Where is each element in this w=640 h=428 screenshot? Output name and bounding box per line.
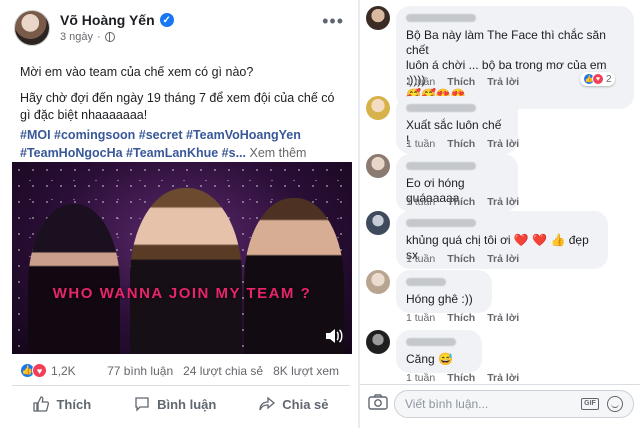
commenter-name-blurred[interactable] xyxy=(406,14,476,22)
commenter-avatar[interactable] xyxy=(366,211,390,235)
commenter-avatar[interactable] xyxy=(366,96,390,120)
post-card: Võ Hoàng Yến ✓ 3 ngày · ••• Mời em vào t… xyxy=(0,0,358,428)
commenter-name-blurred[interactable] xyxy=(406,104,476,112)
hashtags: #MOI #comingsoon #secret #TeamVoHoangYen… xyxy=(20,126,345,162)
comment-actions: 1 tuần Thích Trả lời xyxy=(406,138,519,150)
share-icon xyxy=(259,396,276,411)
comment-reaction-count: 2 xyxy=(606,73,612,85)
share-button[interactable]: Chia sẻ xyxy=(259,396,329,412)
comment-bubble: Bộ Ba này làm The Face thì chắc săn chết… xyxy=(396,6,634,109)
hashtags-line-2-row: #TeamHoNgocHa #TeamLanKhue #s... Xem thê… xyxy=(20,144,345,162)
comment-time[interactable]: 1 tuần xyxy=(406,253,435,265)
post-header: Võ Hoàng Yến ✓ 3 ngày · ••• xyxy=(14,10,344,50)
like-button[interactable]: Thích xyxy=(33,396,91,412)
author-name-row: Võ Hoàng Yến ✓ xyxy=(60,12,174,28)
comment-like[interactable]: Thích xyxy=(447,196,475,208)
comment-time[interactable]: 1 tuần xyxy=(406,138,435,150)
comment-icon xyxy=(135,397,149,412)
views-count: 8K lượt xem xyxy=(273,364,339,378)
like-label: Thích xyxy=(56,396,92,412)
comment-actions: 1 tuần Thích Trả lời xyxy=(406,196,519,208)
volume-icon[interactable] xyxy=(324,328,344,346)
post-text: Mời em vào team của chế xem có gì nào? H… xyxy=(20,64,340,133)
commenter-name-blurred[interactable] xyxy=(406,338,456,346)
verified-badge-icon: ✓ xyxy=(159,13,174,27)
comment-reply[interactable]: Trả lời xyxy=(487,196,519,208)
post-paragraph-1: Mời em vào team của chế xem có gì nào? xyxy=(20,65,254,79)
commenter-name-blurred[interactable] xyxy=(406,278,446,286)
comment-actions: 1 tuần Thích Trả lời xyxy=(406,253,519,265)
post-paragraph-2: Hãy chờ đợi đến ngày 19 tháng 7 để xem đ… xyxy=(20,91,335,122)
comment-like[interactable]: Thích xyxy=(447,138,475,150)
comment-text: Căng 😅 xyxy=(406,352,453,366)
comment-reply[interactable]: Trả lời xyxy=(487,372,519,384)
commenter-avatar[interactable] xyxy=(366,154,390,178)
comment-like[interactable]: Thích xyxy=(447,372,475,384)
video-overlay-text: WHO WANNA JOIN MY TEAM ? xyxy=(52,285,312,302)
shares-count[interactable]: 24 lượt chia sẻ xyxy=(183,364,263,378)
comment-reply[interactable]: Trả lời xyxy=(487,76,519,88)
comment-time[interactable]: 1 tuần xyxy=(406,76,435,88)
comment-actions: 1 tuần Thích Trả lời xyxy=(406,76,519,88)
divider xyxy=(12,385,350,386)
post-time[interactable]: 3 ngày xyxy=(60,31,93,43)
comment-actions: 1 tuần Thích Trả lời xyxy=(406,372,519,384)
comment-bubble: Căng 😅 xyxy=(396,330,482,373)
thumbs-up-icon xyxy=(33,396,50,412)
comment-reactions[interactable]: 👍 ♥ 2 xyxy=(580,72,615,86)
comment-reply[interactable]: Trả lời xyxy=(487,312,519,324)
more-options-icon[interactable]: ••• xyxy=(322,12,344,30)
comments-count[interactable]: 77 bình luận xyxy=(107,364,173,378)
author-name[interactable]: Võ Hoàng Yến xyxy=(60,12,155,28)
comment-reply[interactable]: Trả lời xyxy=(487,253,519,265)
post-actions: Thích Bình luận Chia sẻ xyxy=(12,390,350,418)
comment-input-box[interactable]: GIF xyxy=(394,390,634,418)
hashtags-line-1[interactable]: #MOI #comingsoon #secret #TeamVoHoangYen xyxy=(20,126,345,144)
stat-right: 77 bình luận 24 lượt chia sẻ 8K lượt xem xyxy=(107,364,339,378)
comment-composer: GIF xyxy=(360,384,640,424)
post-video[interactable]: WHO WANNA JOIN MY TEAM ? xyxy=(12,162,352,354)
comment-label: Bình luận xyxy=(157,396,217,412)
sticker-icon[interactable] xyxy=(607,396,623,412)
see-more-link[interactable]: Xem thêm xyxy=(249,146,306,160)
hashtags-line-2[interactable]: #TeamHoNgocHa #TeamLanKhue #s... xyxy=(20,146,246,160)
commenter-avatar[interactable] xyxy=(366,330,390,354)
commenter-name-blurred[interactable] xyxy=(406,219,476,227)
love-reaction-icon: ♥ xyxy=(592,73,604,85)
comment-bubble: Hóng ghê :)) xyxy=(396,270,492,313)
author-avatar[interactable] xyxy=(14,10,50,46)
globe-icon xyxy=(104,32,115,42)
comment-text: Hóng ghê :)) xyxy=(406,292,473,306)
reaction-summary[interactable]: 👍 ♥ 1,2K xyxy=(20,363,76,378)
comment-like[interactable]: Thích xyxy=(447,312,475,324)
comment-like[interactable]: Thích xyxy=(447,76,475,88)
share-label: Chia sẻ xyxy=(282,396,329,412)
gif-button[interactable]: GIF xyxy=(581,398,599,410)
love-reaction-icon: ♥ xyxy=(32,363,47,378)
post-meta: 3 ngày · xyxy=(60,31,115,43)
meta-separator: · xyxy=(97,31,101,43)
person-center xyxy=(130,188,242,354)
post-stats: 👍 ♥ 1,2K 77 bình luận 24 lượt chia sẻ 8K… xyxy=(20,363,345,380)
commenter-avatar[interactable] xyxy=(366,6,390,30)
commenter-avatar[interactable] xyxy=(366,270,390,294)
comment-time[interactable]: 1 tuần xyxy=(406,196,435,208)
commenter-name-blurred[interactable] xyxy=(406,162,476,170)
comment-time[interactable]: 1 tuần xyxy=(406,312,435,324)
comment-time[interactable]: 1 tuần xyxy=(406,372,435,384)
comment-reply[interactable]: Trả lời xyxy=(487,138,519,150)
camera-icon[interactable] xyxy=(368,394,388,410)
reaction-count: 1,2K xyxy=(51,363,76,378)
comment-actions: 1 tuần Thích Trả lời xyxy=(406,312,519,324)
person-left xyxy=(28,204,120,354)
comment-button[interactable]: Bình luận xyxy=(134,396,216,412)
comment-text-line-1: Bộ Ba này làm The Face thì chắc săn chết xyxy=(406,28,606,57)
comments-panel: Bộ Ba này làm The Face thì chắc săn chết… xyxy=(360,0,640,428)
comment-input[interactable] xyxy=(405,395,565,413)
comment-like[interactable]: Thích xyxy=(447,253,475,265)
